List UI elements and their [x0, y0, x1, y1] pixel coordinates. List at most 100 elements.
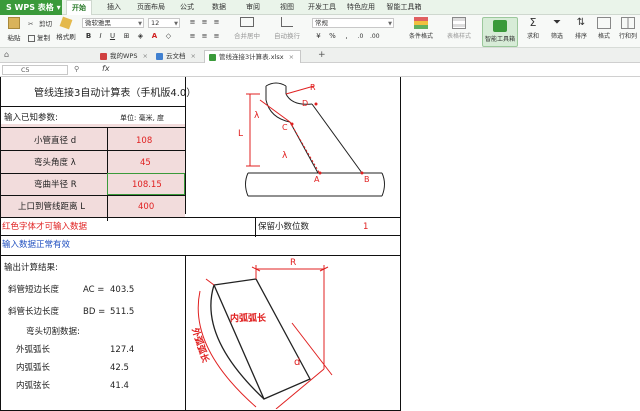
menu-insert[interactable]: 插入	[102, 0, 126, 15]
label-D: D	[302, 99, 308, 108]
font-size-select[interactable]: 12 ▼	[148, 18, 180, 28]
align-right-icon[interactable]: ≡	[212, 32, 221, 41]
paste-button[interactable]: 粘贴	[4, 17, 24, 42]
param-value-diameter[interactable]: 108	[136, 137, 152, 146]
cut-label-outer-arc: 外弧弧长	[16, 345, 51, 355]
param-value-radius[interactable]: 108.15	[132, 181, 162, 190]
increase-decimal-icon[interactable]: .0	[356, 32, 365, 41]
clear-icon[interactable]: ◇	[164, 32, 173, 41]
menu-page-layout[interactable]: 页面布局	[134, 0, 168, 15]
row-col-button[interactable]: 行和列	[616, 17, 640, 40]
result-label-short: 斜管短边长度	[8, 285, 60, 295]
elbow-cutting-diagram: R 内弧弧长 外弧弧长 d	[189, 258, 333, 409]
formula-input[interactable]	[116, 65, 636, 75]
table-style-icon	[452, 17, 466, 29]
copy-button[interactable]: 复制	[28, 32, 50, 42]
param-value-angle[interactable]: 45	[140, 159, 151, 168]
font-color-icon[interactable]: A	[150, 32, 159, 41]
label-d: d	[294, 357, 300, 368]
fill-color-icon[interactable]: ◈	[136, 32, 145, 41]
home-icon[interactable]: ⌂	[4, 50, 9, 59]
tab-cloud-docs[interactable]: 云文档 ×	[152, 50, 202, 63]
brush-icon	[59, 16, 73, 30]
bold-button[interactable]: B	[84, 32, 93, 41]
cloud-icon	[156, 53, 163, 60]
result-label-long: 斜管长边长度	[8, 307, 60, 317]
number-format-select[interactable]: 常规 ▼	[312, 18, 394, 28]
decrease-decimal-icon[interactable]: .00	[370, 32, 380, 41]
close-icon[interactable]: ×	[142, 52, 147, 60]
menu-bar: S WPS 表格 ▾ 开始 插入 页面布局 公式 数据 审阅 视图 开发工具 特…	[0, 0, 640, 15]
label-A: A	[314, 175, 320, 184]
cut-section-label: 弯头切割数据:	[26, 327, 80, 337]
name-box[interactable]: C5	[2, 65, 68, 75]
label-L: L	[238, 129, 243, 139]
sort-button[interactable]: ⇅ 排序	[570, 17, 592, 40]
decimals-value[interactable]: 1	[363, 223, 368, 232]
close-icon[interactable]: ×	[289, 53, 294, 61]
cut-value-outer-arc: 127.4	[110, 345, 135, 355]
merge-icon	[240, 17, 254, 27]
tab-active-spreadsheet[interactable]: 管线连接3计算表.xlsx ×	[204, 50, 302, 63]
label-C: C	[282, 123, 288, 132]
menu-developer[interactable]: 开发工具	[306, 0, 338, 15]
output-section-label: 输出计算结果:	[4, 263, 58, 273]
format-button[interactable]: 格式	[594, 17, 614, 40]
wrap-text-button[interactable]: 自动换行	[272, 17, 302, 40]
format-icon	[597, 17, 611, 29]
param-label-angle: 弯头角度 λ	[34, 158, 76, 168]
cut-button[interactable]: ✂ 剪切	[28, 18, 52, 28]
table-style-button[interactable]: 表格样式	[442, 17, 476, 40]
label-outer-arc: 外弧弧长	[189, 325, 212, 365]
align-top-icon[interactable]: ≡	[188, 18, 197, 27]
cut-value-inner-chord: 41.4	[110, 381, 129, 391]
menu-home[interactable]: 开始	[66, 0, 92, 15]
menu-formula[interactable]: 公式	[176, 0, 198, 15]
sigma-icon: Σ	[529, 16, 537, 29]
formula-bar: C5 ⚲ fx	[0, 63, 640, 77]
align-middle-icon[interactable]: ≡	[200, 18, 209, 27]
menu-smart-toolbox[interactable]: 智能工具箱	[384, 0, 424, 15]
align-bottom-icon[interactable]: ≡	[212, 18, 221, 27]
cut-label-inner-chord: 内弧弦长	[16, 381, 51, 391]
align-center-icon[interactable]: ≡	[200, 32, 209, 41]
unit-label: 单位: 毫米, 度	[120, 114, 165, 122]
zoom-icon[interactable]: ⚲	[74, 65, 79, 73]
sum-button[interactable]: Σ 求和	[522, 16, 544, 41]
app-menu-button[interactable]: S WPS 表格 ▾	[0, 0, 62, 15]
sheet-grid: 管线连接3自动计算表（手机版4.0） 输入已知参数: 单位: 毫米, 度 小管直…	[0, 77, 640, 411]
fx-icon[interactable]: fx	[102, 64, 110, 73]
border-icon[interactable]: ⊞	[122, 32, 131, 41]
label-R-2: R	[290, 258, 296, 268]
italic-button[interactable]: I	[96, 32, 105, 41]
param-label-diameter: 小管直径 d	[34, 136, 77, 146]
percent-icon[interactable]: %	[328, 32, 337, 41]
close-icon[interactable]: ×	[191, 52, 196, 60]
menu-data[interactable]: 数据	[208, 0, 230, 15]
label-lambda-1: λ	[254, 111, 260, 121]
thousands-icon[interactable]: ,	[342, 32, 351, 41]
font-name-select[interactable]: 微软雅黑 ▼	[82, 18, 144, 28]
smart-toolbox-button[interactable]: 智能工具箱	[482, 17, 518, 47]
filter-button[interactable]: ⏷ 筛选	[546, 17, 568, 40]
paste-icon	[8, 17, 20, 29]
underline-button[interactable]: U	[108, 32, 117, 41]
app-logo-icon: S	[6, 3, 15, 12]
toolbox-icon	[493, 20, 507, 32]
copy-icon	[28, 34, 35, 42]
format-painter-button[interactable]: 格式刷	[56, 16, 76, 41]
conditional-format-button[interactable]: 条件格式	[404, 17, 438, 40]
label-R: R	[310, 83, 316, 92]
menu-features[interactable]: 特色应用	[344, 0, 378, 15]
merge-center-button[interactable]: 合并居中	[232, 17, 262, 40]
param-label-distance: 上口到管线距离 L	[18, 202, 85, 212]
new-tab-button[interactable]: +	[318, 50, 326, 60]
tab-my-wps[interactable]: 我的WPS ×	[96, 50, 154, 63]
menu-review[interactable]: 审阅	[242, 0, 264, 15]
align-left-icon[interactable]: ≡	[188, 32, 197, 41]
currency-icon[interactable]: ¥	[314, 32, 323, 41]
sheet-title: 管线连接3自动计算表（手机版4.0）	[34, 88, 197, 99]
param-value-distance[interactable]: 400	[138, 203, 154, 212]
param-label-radius: 弯曲半径 R	[34, 180, 77, 190]
menu-view[interactable]: 视图	[276, 0, 298, 15]
